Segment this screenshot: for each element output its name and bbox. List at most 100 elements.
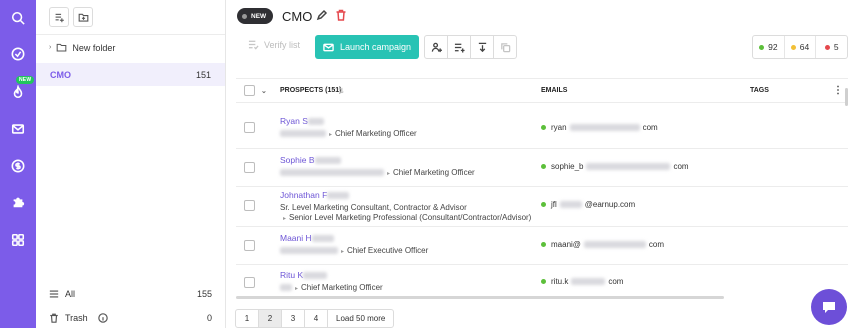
flame-icon[interactable]	[9, 83, 27, 101]
prospect-email[interactable]: ritu.k com	[541, 277, 623, 286]
table-row[interactable]: Ritu K ▸ Chief Marketing Officer ritu.k co…	[236, 265, 848, 299]
mail-icon	[323, 43, 334, 51]
table-row[interactable]: Sophie B ▸ Chief Marketing Officer sophie…	[236, 149, 848, 187]
verify-list-label: Verify list	[264, 39, 301, 50]
pencil-icon	[316, 9, 328, 21]
prospect-name-text: Maani H	[280, 233, 312, 243]
prospect-title-text: Chief Marketing Officer	[335, 129, 417, 138]
select-all-checkbox[interactable]	[244, 85, 255, 96]
prospect-name[interactable]: Ryan S	[280, 116, 324, 126]
invalid-count[interactable]: 5	[815, 36, 847, 58]
verified-count[interactable]: 92	[753, 36, 784, 58]
add-folder-icon	[78, 13, 88, 22]
status-dot-icon	[541, 125, 546, 130]
info-icon[interactable]	[97, 313, 108, 323]
export-button[interactable]	[470, 35, 494, 59]
status-dot-icon	[541, 279, 546, 284]
redacted-text	[569, 124, 640, 131]
page-1-button[interactable]: 1	[235, 309, 259, 328]
launch-campaign-button[interactable]: Launch campaign	[315, 35, 419, 59]
status-dot-icon	[541, 242, 546, 247]
badge-label: NEW	[251, 12, 267, 20]
trash-icon	[50, 313, 58, 323]
sort-icon[interactable]: ⇅	[338, 87, 344, 95]
lists-sidebar: › New folder CMO 151 All 155 Trash 0	[36, 0, 226, 328]
load-more-button[interactable]: Load 50 more	[327, 309, 395, 328]
add-person-icon	[431, 42, 442, 52]
edit-button[interactable]	[316, 9, 331, 24]
new-toggle-badge[interactable]: NEW	[237, 8, 274, 24]
email-end: com	[648, 240, 665, 249]
risky-count[interactable]: 64	[783, 36, 816, 58]
add-list-button[interactable]	[49, 7, 69, 27]
prospect-name-text: Sophie B	[280, 155, 315, 165]
page-3-button[interactable]: 3	[281, 309, 305, 328]
dollar-icon[interactable]	[9, 157, 27, 175]
prospect-name[interactable]: Maani H	[280, 233, 334, 243]
email-status-summary: 92 64 5	[752, 35, 848, 59]
prospect-title-text: Chief Marketing Officer	[301, 283, 383, 292]
add-list-icon	[55, 13, 64, 22]
prospect-email[interactable]: ryan com	[541, 123, 658, 132]
redacted-text	[307, 118, 324, 126]
sidebar-item-trash[interactable]: Trash 0	[49, 313, 212, 323]
row-checkbox[interactable]	[244, 200, 255, 211]
search-icon[interactable]	[9, 9, 27, 27]
list-item-cmo[interactable]: CMO 151	[36, 63, 225, 86]
verify-list-icon	[248, 40, 259, 50]
copy-button[interactable]	[493, 35, 517, 59]
verify-list-button[interactable]: Verify list	[248, 39, 300, 50]
page-2-button[interactable]: 2	[258, 309, 282, 328]
chat-button[interactable]	[811, 289, 847, 325]
horizontal-scrollbar[interactable]	[236, 296, 724, 299]
column-prospects[interactable]: PROSPECTS (151)	[280, 87, 341, 94]
trash-count: 0	[206, 313, 212, 323]
table-row[interactable]: Ryan S ▸ Chief Marketing Officer ryan com	[236, 111, 848, 149]
add-to-sequence-button[interactable]	[447, 35, 471, 59]
row-checkbox[interactable]	[244, 240, 255, 251]
page-4-button[interactable]: 4	[304, 309, 328, 328]
row-checkbox[interactable]	[244, 162, 255, 173]
add-prospect-button[interactable]	[424, 35, 448, 59]
status-dot-icon	[541, 202, 546, 207]
all-count: 155	[196, 289, 212, 299]
email-start: sophie_b	[551, 162, 584, 171]
prospect-email[interactable]: maani@ com	[541, 240, 664, 249]
table-row[interactable]: Johnathan F Sr. Level Marketing Consulta…	[236, 187, 848, 227]
sidebar-item-all[interactable]: All 155	[49, 289, 212, 299]
playlist-add-icon	[454, 43, 465, 53]
email-end: com	[608, 277, 624, 286]
table-row[interactable]: Maani H ▸ Chief Executive Officer maani@ c…	[236, 227, 848, 265]
prospect-name[interactable]: Ritu K	[280, 270, 328, 280]
row-checkbox[interactable]	[244, 122, 255, 133]
apps-grid-icon[interactable]	[9, 231, 27, 249]
column-emails: EMAILS	[541, 87, 568, 94]
check-circle-icon[interactable]	[9, 45, 27, 63]
add-folder-button[interactable]	[73, 7, 93, 27]
delete-button[interactable]	[335, 9, 350, 24]
column-tags: TAGS	[750, 87, 769, 94]
table-header: ⌄ PROSPECTS (151) ⇅ EMAILS TAGS ⋮	[236, 79, 848, 103]
prospect-name[interactable]: Johnathan F	[280, 190, 350, 200]
folder-item-new-folder[interactable]: › New folder	[49, 42, 115, 53]
prospect-title: ▸ Chief Marketing Officer	[280, 283, 383, 292]
prospect-email[interactable]: jfl @earnup.com	[541, 200, 635, 209]
prospect-title-text: Chief Executive Officer	[347, 246, 429, 255]
redacted-text	[280, 169, 384, 177]
prospect-name-text: Ryan S	[280, 116, 308, 126]
column-menu-icon[interactable]: ⋮	[833, 85, 843, 96]
copy-icon	[500, 42, 510, 52]
chevron-down-icon[interactable]: ⌄	[261, 87, 267, 95]
yellow-dot-icon	[790, 44, 796, 50]
vertical-scrollbar[interactable]	[845, 88, 848, 106]
row-checkbox[interactable]	[244, 277, 255, 288]
mail-icon[interactable]	[9, 120, 27, 138]
list-name: CMO	[50, 69, 71, 80]
list-count: 151	[195, 69, 211, 80]
prospect-name[interactable]: Sophie B	[280, 155, 341, 165]
puzzle-icon[interactable]	[9, 193, 27, 211]
list-icon	[49, 290, 59, 298]
email-start: jfl	[551, 200, 557, 209]
prospect-email[interactable]: sophie_b com	[541, 162, 689, 171]
green-dot-icon	[759, 44, 765, 50]
